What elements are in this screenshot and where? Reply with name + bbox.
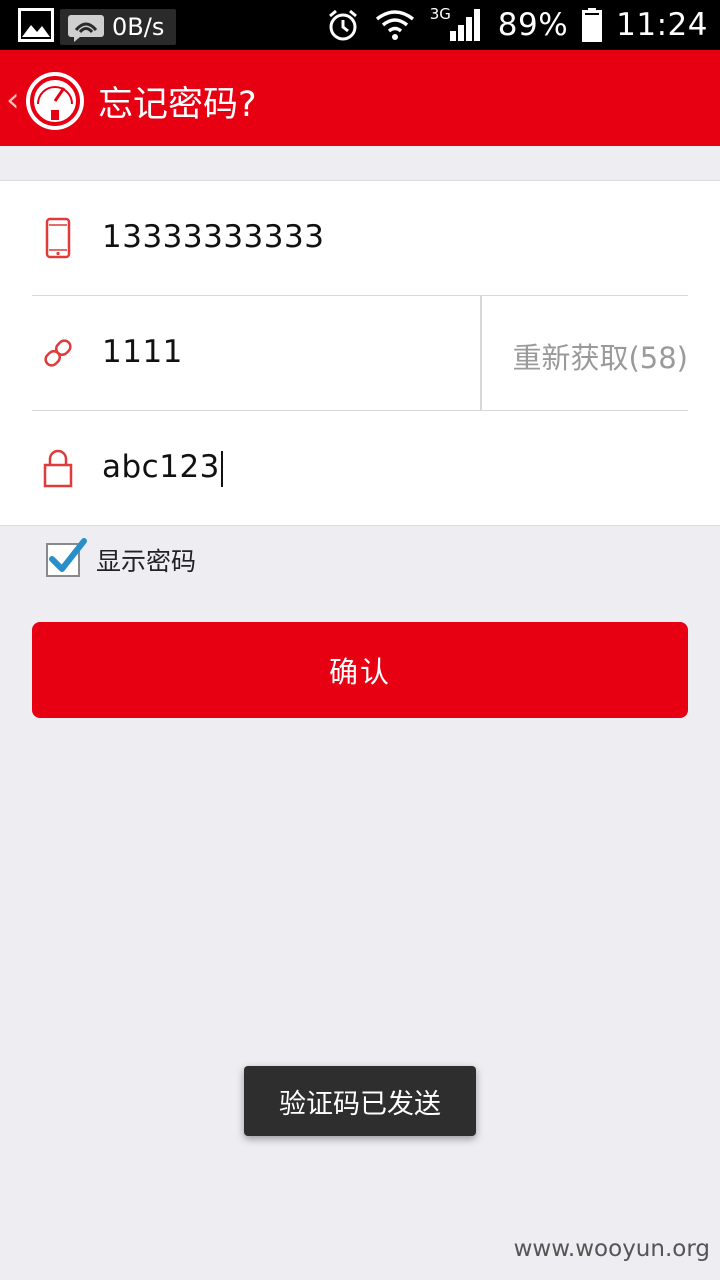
password-row: abc123 (32, 411, 688, 526)
watermark: www.wooyun.org (513, 1236, 710, 1262)
verification-code-input[interactable]: 1111 (102, 334, 183, 370)
signal-icon (449, 9, 480, 41)
wifi-sync-icon (68, 15, 104, 42)
battery-percent: 89% (497, 7, 569, 43)
row-divider (480, 296, 482, 411)
reset-password-form: 13333333333 1111 重新获取(58) abc123 (0, 180, 720, 526)
password-input[interactable]: abc123 (102, 449, 223, 487)
network-speed-indicator: 0B/s (60, 9, 176, 45)
clock: 11:24 (616, 7, 708, 43)
signal-indicator: 3G (430, 5, 484, 43)
wifi-icon (375, 10, 414, 40)
resend-code-button[interactable]: 重新获取(58) (512, 335, 688, 377)
code-row: 1111 重新获取(58) (32, 296, 688, 411)
phone-icon (45, 217, 71, 259)
show-password-checkbox[interactable] (46, 538, 87, 577)
page-title: 忘记密码? (98, 85, 257, 125)
toast-message: 验证码已发送 (244, 1066, 476, 1136)
net-speed-text: 0B/s (112, 13, 165, 41)
lock-icon (43, 449, 73, 488)
password-value: abc123 (102, 449, 220, 485)
alarm-icon (328, 9, 357, 41)
battery-icon (582, 8, 603, 42)
link-icon (44, 339, 72, 367)
app-bar: ‹ 忘记密码? (0, 50, 720, 146)
status-bar: 0B/s 3G 89% 11:24 (0, 0, 720, 50)
back-button[interactable]: ‹ (6, 80, 20, 120)
fuel-gauge-icon[interactable] (24, 70, 86, 132)
phone-row: 13333333333 (32, 181, 688, 296)
show-password-label: 显示密码 (96, 547, 197, 576)
image-icon (18, 8, 54, 42)
phone-input[interactable]: 13333333333 (102, 219, 324, 255)
status-bar-right: 3G 89% 11:24 (326, 0, 708, 50)
text-cursor (220, 450, 223, 487)
show-password-toggle[interactable]: 显示密码 (46, 538, 197, 580)
confirm-button[interactable]: 确认 (32, 622, 688, 718)
checkmark-icon (49, 538, 87, 572)
